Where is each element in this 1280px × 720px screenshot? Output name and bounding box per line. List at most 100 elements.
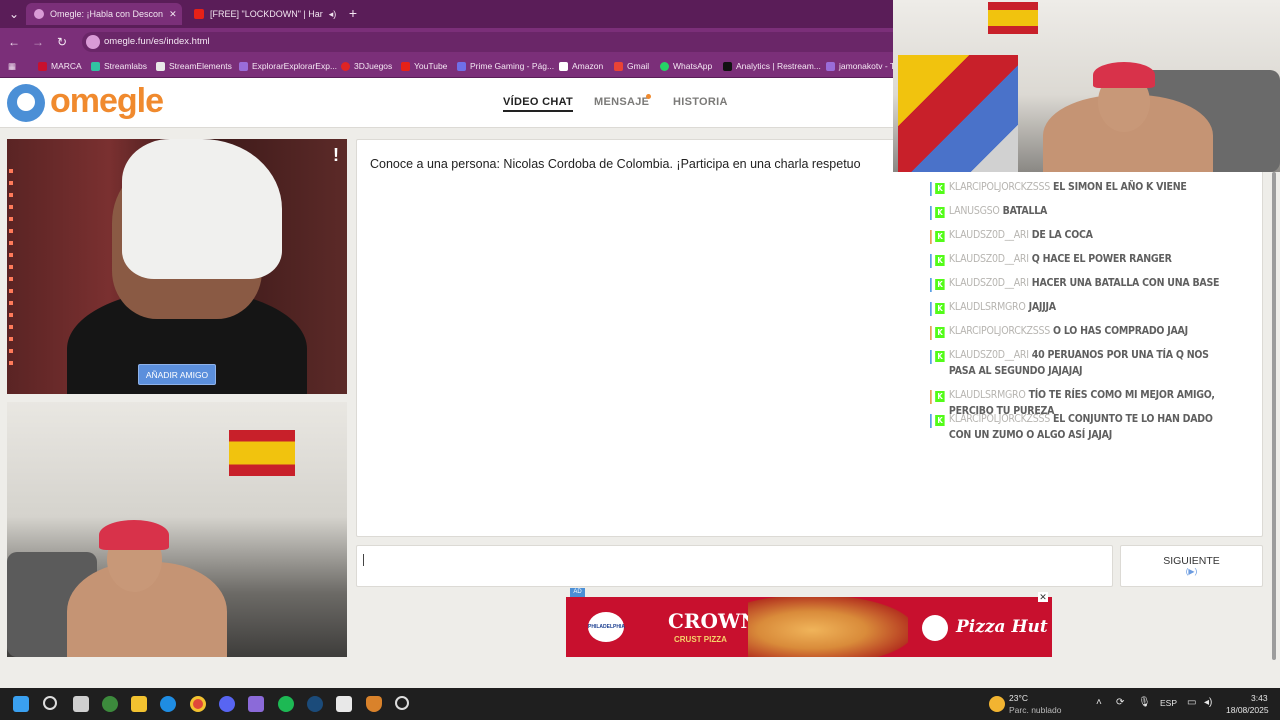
tab-omegle[interactable]: Omegle: ¡Habla con Descon ✕ <box>26 3 182 25</box>
url-field[interactable]: omegle.fun/es/index.html <box>82 32 902 52</box>
nav-video-chat[interactable]: VÍDEO CHAT <box>503 96 574 112</box>
network-icon[interactable]: ▭ <box>1187 697 1196 708</box>
message-bar <box>930 390 932 404</box>
chat-text: Q HACE EL POWER RANGER <box>1031 252 1172 265</box>
capcut-icon[interactable] <box>336 696 352 712</box>
page-scrollbar[interactable] <box>1270 172 1278 660</box>
bookmark-prime-gaming[interactable]: Prime Gaming - Pág... <box>457 61 554 71</box>
discord-icon[interactable] <box>219 696 235 712</box>
xbox-icon[interactable] <box>102 696 118 712</box>
new-tab-button[interactable]: + <box>345 5 361 21</box>
chat-username: KLAUDSZ0D__ARI <box>948 252 1029 265</box>
bookmark-3djuegos[interactable]: 3DJuegos <box>341 61 392 71</box>
bookmark-streamelements[interactable]: StreamElements <box>156 61 232 71</box>
chat-message: K LANUSGSO BATALLA <box>930 203 1224 220</box>
tab-label: [FREE] "LOCKDOWN" | Har <box>210 9 323 19</box>
search-icon[interactable] <box>43 696 57 710</box>
kick-icon: K <box>935 255 945 266</box>
message-bar <box>930 254 932 268</box>
youtube-icon <box>401 61 410 71</box>
windows-taskbar: 23°C Parc. nublado ˄ ⟳ 🎙 ESP ▭ ◂) 3:43 1… <box>0 688 1280 720</box>
forward-icon[interactable]: → <box>30 34 46 50</box>
bookmark-whatsapp[interactable]: WhatsApp <box>660 61 712 71</box>
chat-username: KLAUDLSRMGRO <box>948 388 1026 401</box>
spotify-icon[interactable] <box>278 696 294 712</box>
kick-icon: K <box>935 415 945 426</box>
chat-message: K KLARCIPOLJORCKZSSS EL SIMON EL AÑO K VI… <box>930 179 1224 196</box>
omegle-logo-icon[interactable] <box>7 84 45 122</box>
message-bar <box>930 182 932 196</box>
bookmark-explorar[interactable]: ExplorarExplorarExp... <box>239 61 337 71</box>
clock-time[interactable]: 3:43 <box>1251 693 1268 703</box>
pizza-hut-logo-icon <box>922 615 948 641</box>
weather-description[interactable]: Parc. nublado <box>1009 705 1061 715</box>
weather-icon[interactable] <box>989 696 1005 712</box>
file-explorer-icon[interactable] <box>131 696 147 712</box>
whatsapp-icon <box>660 61 669 71</box>
scrollbar-thumb[interactable] <box>1272 172 1276 660</box>
kick-icon: K <box>935 279 945 290</box>
message-bar <box>930 302 932 316</box>
clock-date[interactable]: 18/08/2025 <box>1226 705 1269 715</box>
reload-icon[interactable]: ↻ <box>54 34 70 50</box>
tab-label: Omegle: ¡Habla con Descon <box>50 9 164 19</box>
task-view-icon[interactable] <box>73 696 89 712</box>
bookmark-youtube[interactable]: YouTube <box>401 61 447 71</box>
twitch-icon[interactable] <box>248 696 264 712</box>
kick-icon: K <box>935 231 945 242</box>
bookmark-label: Streamlabs <box>104 61 147 71</box>
kick-icon: K <box>935 303 945 314</box>
back-icon[interactable]: ← <box>6 34 22 50</box>
microphone-icon[interactable]: 🎙 <box>1138 697 1151 708</box>
bookmark-label: WhatsApp <box>673 61 713 71</box>
nav-mensaje[interactable]: MENSAJE <box>594 96 649 108</box>
tab-youtube[interactable]: [FREE] "LOCKDOWN" | Har ◂) ✕ <box>186 3 338 25</box>
ad-subline: CRUST PIZZA <box>674 635 727 644</box>
site-info-icon[interactable] <box>86 35 100 49</box>
next-button-label: SIGUIENTE <box>1163 555 1220 567</box>
tab-search-icon[interactable]: ⌄ <box>6 6 22 22</box>
windows-start-icon[interactable] <box>13 696 29 712</box>
site-logo[interactable]: omegle <box>50 82 164 121</box>
bookmark-marca[interactable]: MARCA <box>38 61 82 71</box>
obs-icon[interactable] <box>395 696 409 710</box>
bookmark-label: jamonakotv - T <box>839 61 896 71</box>
bookmark-label: StreamElements <box>169 61 232 71</box>
kick-icon: K <box>935 391 945 402</box>
bookmark-label: MARCA <box>51 61 82 71</box>
report-button[interactable]: ! <box>333 145 339 166</box>
tray-overflow-icon[interactable]: ˄ <box>1096 697 1102 708</box>
chrome-icon[interactable] <box>190 696 206 712</box>
chat-text: HACER UNA BATALLA CON UNA BASE <box>1031 276 1220 289</box>
weather-temperature[interactable]: 23°C <box>1009 693 1028 703</box>
streamer-webcam-overlay <box>893 0 1280 172</box>
bookmark-label: Amazon <box>572 61 604 71</box>
ad-close-icon[interactable]: ✕ <box>1038 592 1048 602</box>
volume-icon[interactable]: ◂) <box>1204 697 1212 708</box>
ad-badge: AD <box>570 588 585 597</box>
speaker-icon[interactable]: ◂) <box>329 9 337 20</box>
message-input[interactable] <box>356 545 1113 587</box>
bookmark-jamonakotv[interactable]: jamonakotv - T <box>826 61 895 71</box>
apps-icon[interactable]: ▦ <box>8 61 16 72</box>
bookmark-analytics[interactable]: Analytics | Restream... <box>723 61 821 71</box>
close-icon[interactable]: ✕ <box>169 9 177 20</box>
bucket-hat <box>99 520 169 550</box>
bookmark-gmail[interactable]: Gmail <box>614 61 649 71</box>
next-button[interactable]: SIGUIENTE (▶) <box>1120 545 1263 587</box>
bookmark-streamlabs[interactable]: Streamlabs <box>91 61 147 71</box>
message-bar <box>930 326 932 340</box>
spain-chair <box>898 55 1018 172</box>
ad-banner[interactable]: PHILADELPHIA CROWN CRUST PIZZA Pizza Hut <box>566 597 1052 657</box>
edge-icon[interactable] <box>160 696 176 712</box>
add-friend-button[interactable]: AÑADIR AMIGO <box>138 364 216 385</box>
steam-icon[interactable] <box>307 696 323 712</box>
bookmark-amazon[interactable]: Amazon <box>559 61 603 71</box>
notification-dot <box>646 94 651 99</box>
input-language[interactable]: ESP <box>1160 698 1177 708</box>
self-video <box>7 402 347 657</box>
nav-historia[interactable]: HISTORIA <box>673 96 728 108</box>
shield-app-icon[interactable] <box>366 696 382 712</box>
sync-icon[interactable]: ⟳ <box>1116 697 1124 708</box>
bookmark-label: Gmail <box>627 61 650 71</box>
